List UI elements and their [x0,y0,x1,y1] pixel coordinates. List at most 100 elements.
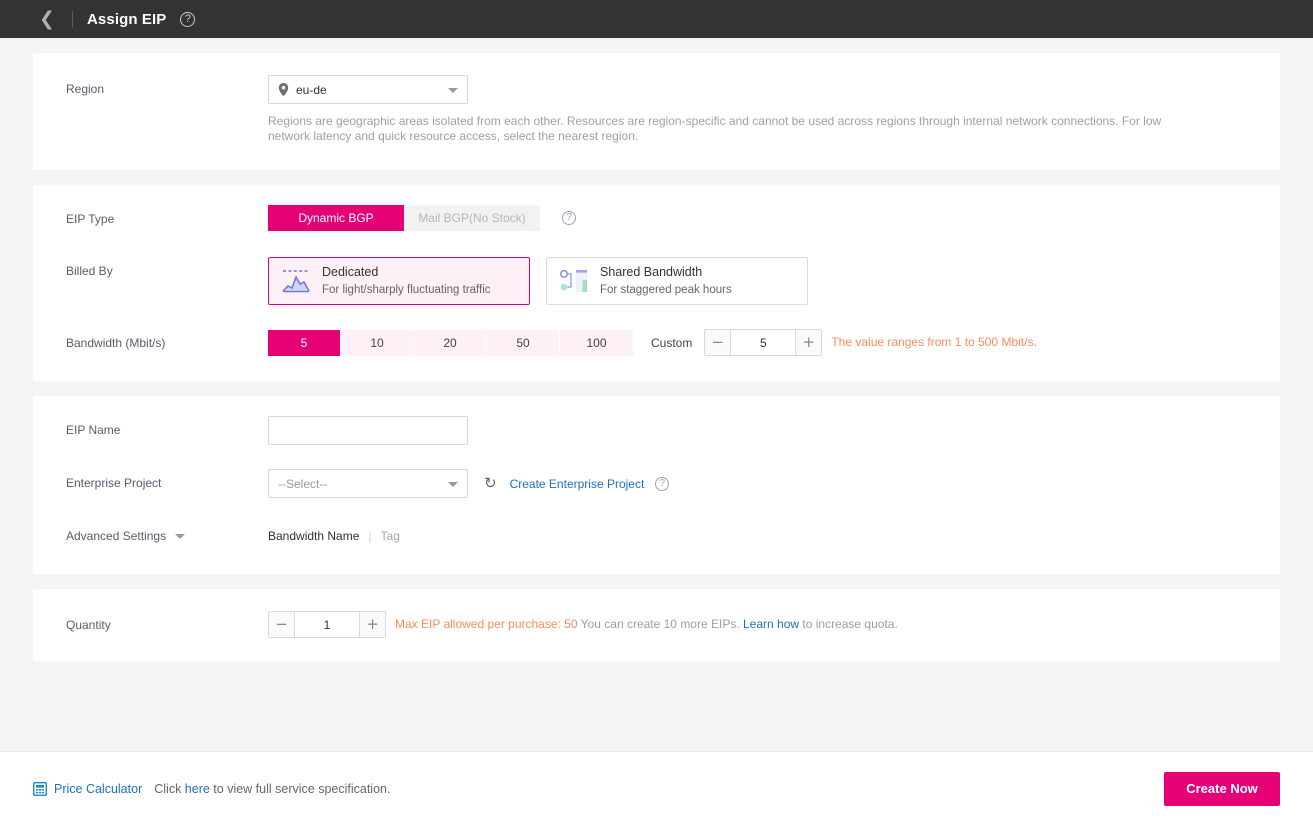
chevron-down-icon [448,87,458,93]
bandwidth-preset-5[interactable]: 5 [268,329,341,356]
footer-note-suffix: to view full service specification. [209,781,391,796]
bandwidth-field: 5 10 20 50 100 Custom − 5 + The value ra… [268,329,1280,356]
shared-bandwidth-icon [559,269,587,292]
advanced-settings-links: Bandwidth Name | Tag [268,522,1250,550]
bandwidth-stepper: − 5 + [704,329,823,356]
advanced-settings-field: Bandwidth Name | Tag [268,522,1280,550]
enterprise-project-select[interactable]: --Select-- [268,469,468,498]
quantity-field: − 1 + Max EIP allowed per purchase: 50 Y… [268,611,1280,638]
bandwidth-preset-50[interactable]: 50 [487,329,560,356]
billed-by-shared-texts: Shared Bandwidth For staggered peak hour… [600,265,732,297]
line-chart-icon [282,270,310,293]
quantity-row: Quantity − 1 + Max EIP allowed per purch… [33,611,1280,639]
advanced-link-tag[interactable]: Tag [381,522,400,550]
create-now-button[interactable]: Create Now [1164,771,1280,806]
billed-by-shared-title: Shared Bandwidth [600,265,703,279]
region-description: Regions are geographic areas isolated fr… [268,114,1162,143]
quantity-label: Quantity [66,618,111,632]
region-label: Region [66,82,105,96]
eip-type-row: EIP Type Dynamic BGP Mail BGP(No Stock) … [33,205,1280,233]
bandwidth-preset-100[interactable]: 100 [560,329,633,356]
bandwidth-row: Bandwidth (Mbit/s) 5 10 20 50 100 Custom… [33,329,1280,357]
eip-name-input[interactable] [268,416,468,445]
chevron-down-icon [175,533,186,539]
advanced-settings-label: Advanced Settings [66,529,167,543]
quantity-hint-max: Max EIP allowed per purchase: 50 [395,617,578,631]
footer-here-link[interactable]: here [185,782,210,796]
back-chevron-icon[interactable]: ❮ [36,8,58,30]
eip-type-help-icon[interactable]: ? [562,211,576,225]
quantity-value[interactable]: 1 [295,612,359,637]
calculator-icon [33,781,47,796]
page-title: Assign EIP [87,10,167,28]
footer-bar: Price Calculator Click here to view full… [0,751,1313,825]
location-pin-icon [278,83,289,96]
learn-how-link[interactable]: Learn how [743,617,799,631]
bandwidth-custom-value[interactable]: 5 [731,330,796,355]
region-row: Region eu-de Regions are geographic area… [33,75,1280,144]
quantity-controls: − 1 + Max EIP allowed per purchase: 50 Y… [268,611,1250,638]
billed-by-option-shared-bandwidth[interactable]: Shared Bandwidth For staggered peak hour… [546,257,808,305]
quantity-card: Quantity − 1 + Max EIP allowed per purch… [33,589,1280,661]
create-enterprise-project-link[interactable]: Create Enterprise Project [510,477,645,491]
eip-name-field [268,416,1280,445]
bandwidth-decrement-button[interactable]: − [705,330,732,355]
quantity-hint: Max EIP allowed per purchase: 50 You can… [395,611,898,638]
bandwidth-preset-20[interactable]: 20 [414,329,487,356]
billed-by-row: Billed By Dedicated For light/sharply fl… [33,257,1280,305]
enterprise-project-controls: --Select-- ↻ Create Enterprise Project ? [268,469,1250,498]
bandwidth-increment-button[interactable]: + [795,330,822,355]
page-body: Region eu-de Regions are geographic area… [0,53,1313,661]
billed-by-option-dedicated[interactable]: Dedicated For light/sharply fluctuating … [268,257,530,305]
page-help-icon[interactable]: ? [180,11,196,27]
billed-by-dedicated-title: Dedicated [322,265,379,279]
eip-type-field: Dynamic BGP Mail BGP(No Stock) ? [268,205,1280,231]
footer-note-prefix: Click [154,781,185,796]
quantity-hint-suffix: to increase quota. [799,617,898,631]
eip-type-label: EIP Type [66,212,115,226]
billed-by-shared-subtitle: For staggered peak hours [600,283,732,296]
enterprise-project-row: Enterprise Project --Select-- ↻ Create E… [33,469,1280,498]
header-divider [72,10,73,28]
eip-type-option-dynamic-bgp[interactable]: Dynamic BGP [268,205,404,231]
eip-details-card: EIP Name Enterprise Project --Select-- ↻… [33,396,1280,574]
refresh-icon[interactable]: ↻ [484,476,497,491]
eip-name-row: EIP Name [33,416,1280,445]
bandwidth-custom-label: Custom [651,335,693,350]
billed-by-field: Dedicated For light/sharply fluctuating … [268,257,1280,305]
bandwidth-controls: 5 10 20 50 100 Custom − 5 + The value ra… [268,329,1250,356]
billed-by-dedicated-subtitle: For light/sharply fluctuating traffic [322,283,491,296]
billed-by-dedicated-texts: Dedicated For light/sharply fluctuating … [322,265,491,297]
advanced-settings-toggle[interactable]: Advanced Settings [33,522,268,550]
quantity-hint-remaining: You can create 10 more EIPs. [577,617,743,631]
region-select[interactable]: eu-de [268,75,468,104]
region-card: Region eu-de Regions are geographic area… [33,53,1280,170]
advanced-settings-row: Advanced Settings Bandwidth Name | Tag [33,522,1280,550]
enterprise-project-selected-value: --Select-- [278,476,328,491]
chevron-down-icon [448,481,458,487]
advanced-links-separator: | [368,529,372,543]
region-field: eu-de Regions are geographic areas isola… [268,75,1280,144]
quantity-decrement-button[interactable]: − [269,612,295,637]
bandwidth-label: Bandwidth (Mbit/s) [66,336,166,350]
enterprise-project-help-icon[interactable]: ? [655,476,670,491]
eip-type-option-mail-bgp[interactable]: Mail BGP(No Stock) [404,205,540,231]
billed-by-label: Billed By [66,264,113,278]
quantity-stepper: − 1 + [268,611,386,638]
quantity-increment-button[interactable]: + [359,612,385,637]
eip-type-card: EIP Type Dynamic BGP Mail BGP(No Stock) … [33,185,1280,381]
billed-by-options: Dedicated For light/sharply fluctuating … [268,257,1250,305]
price-calculator-link[interactable]: Price Calculator [54,782,142,796]
top-header-bar: ❮ Assign EIP ? [0,0,1313,38]
footer-note: Click here to view full service specific… [154,782,390,796]
eip-type-segmented-control: Dynamic BGP Mail BGP(No Stock) ? [268,205,1250,231]
enterprise-project-label: Enterprise Project [66,476,162,490]
bandwidth-preset-10[interactable]: 10 [341,329,414,356]
bandwidth-preset-group: 5 10 20 50 100 [268,329,633,356]
footer-left-group: Price Calculator Click here to view full… [33,782,390,796]
eip-name-label: EIP Name [66,423,121,437]
bandwidth-range-hint: The value ranges from 1 to 500 Mbit/s. [831,335,1037,349]
advanced-link-bandwidth-name[interactable]: Bandwidth Name [268,522,359,550]
enterprise-project-field: --Select-- ↻ Create Enterprise Project ? [268,469,1280,498]
region-selected-value: eu-de [296,82,327,97]
